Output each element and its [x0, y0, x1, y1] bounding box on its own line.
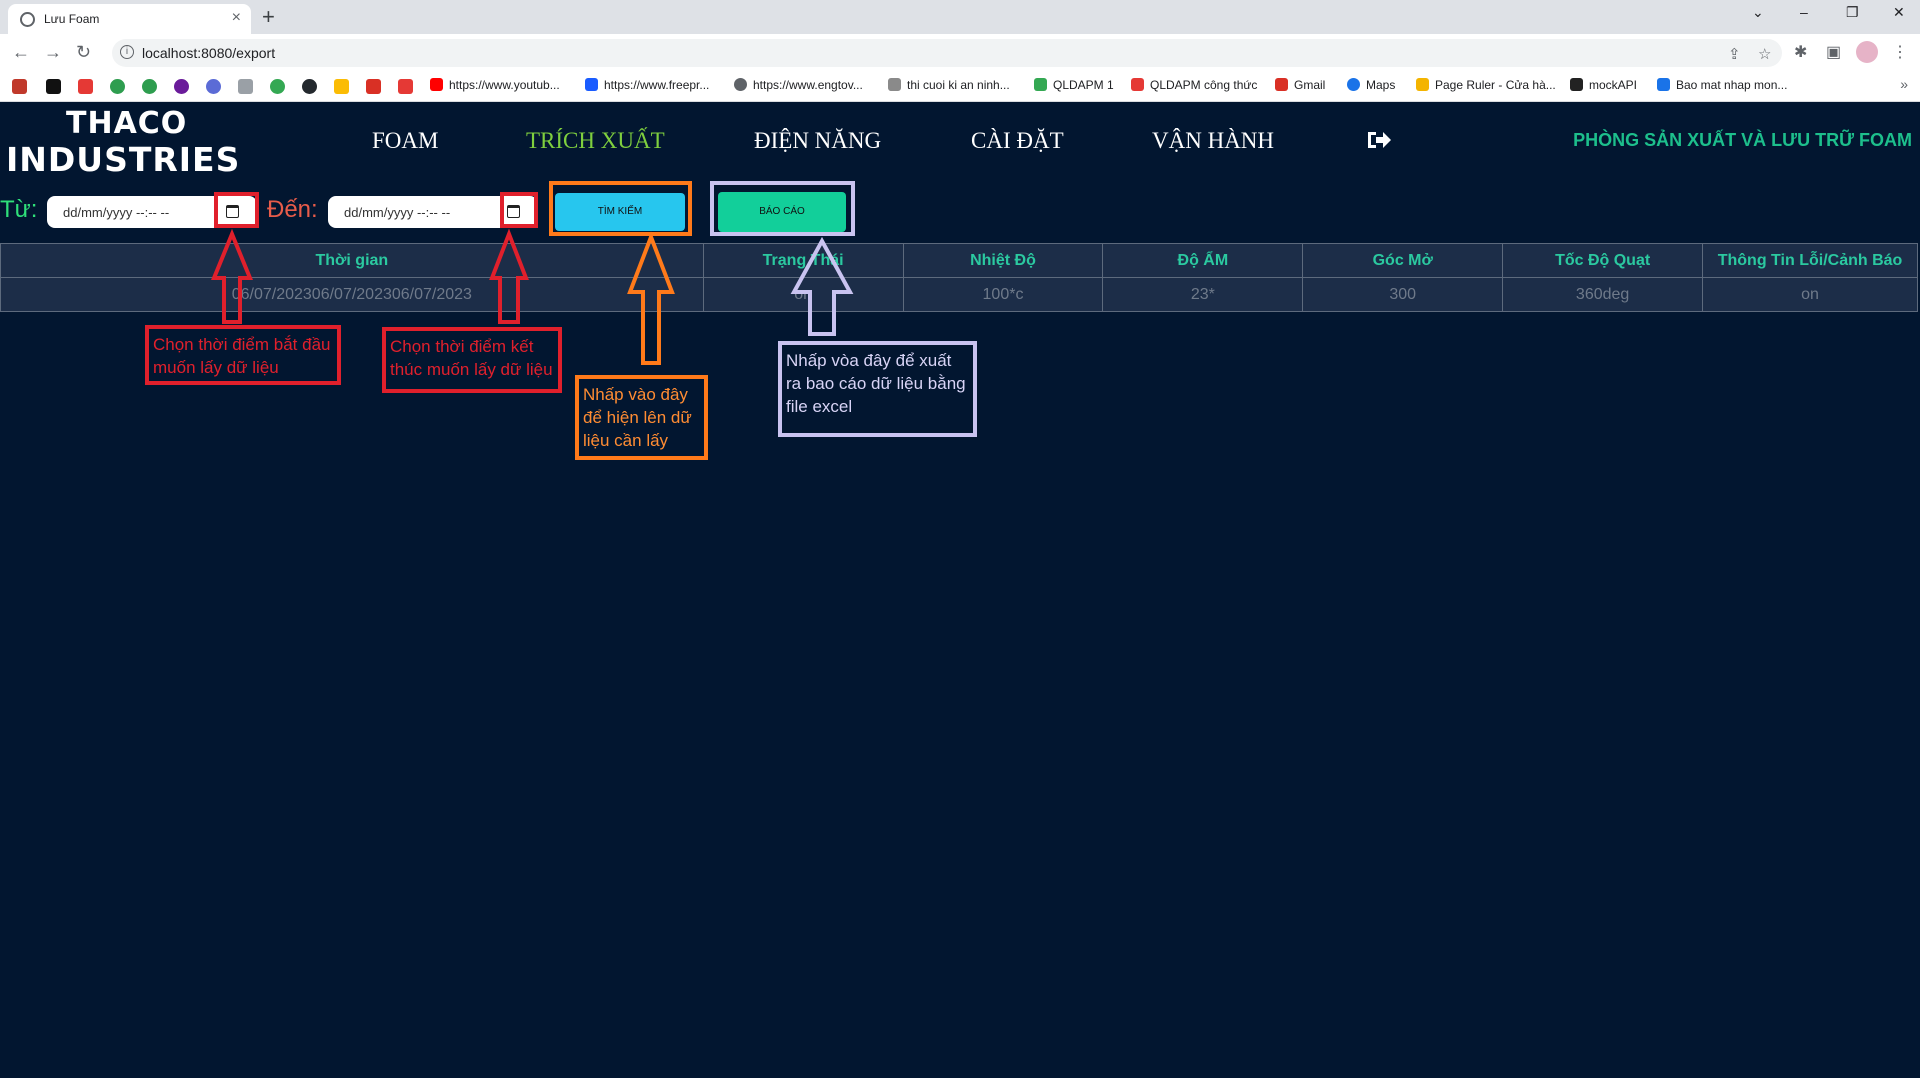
- arrow-up-icon: [211, 228, 253, 324]
- search-annotation-note: Nhấp vào đây để hiện lên dữ liệu cần lấy: [575, 375, 708, 460]
- arrow-up-icon: [489, 228, 529, 324]
- arrow-up-icon: [790, 236, 854, 336]
- arrow-up-icon: [627, 231, 675, 365]
- to-annotation-note: Chọn thời điểm kết thúc muốn lấy dữ liệu: [382, 327, 562, 393]
- report-annotation-note: Nhấp vòa đây để xuất ra bao cáo dữ liệu …: [778, 341, 977, 437]
- annotation-arrows: [211, 228, 854, 365]
- from-annotation-note: Chọn thời điểm bắt đầu muốn lấy dữ liệu: [145, 325, 341, 385]
